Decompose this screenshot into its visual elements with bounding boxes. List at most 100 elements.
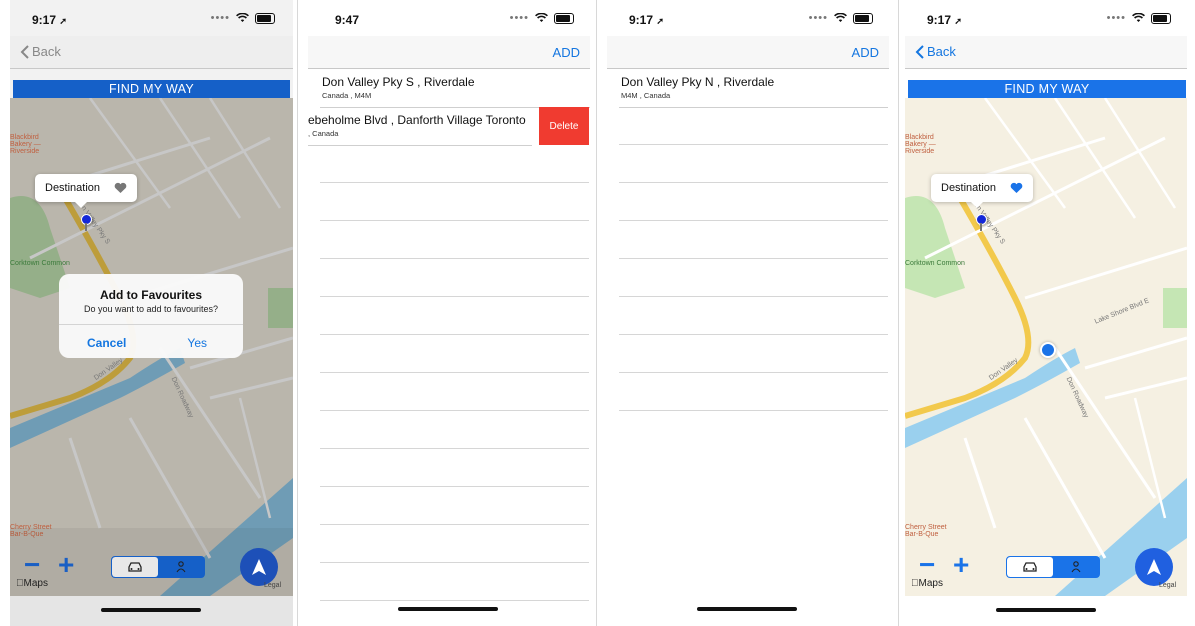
status-time: 9:17 <box>629 13 654 27</box>
navigate-button[interactable] <box>1135 548 1173 586</box>
home-indicator <box>101 608 201 612</box>
list-item-title: Don Valley Pky N , Riverdale <box>621 75 775 89</box>
home-indicator <box>398 607 498 611</box>
find-my-way-banner: FIND MY WAY <box>908 80 1186 98</box>
status-time: 9:17 <box>32 13 57 27</box>
back-label: Back <box>32 44 61 59</box>
transport-mode-control[interactable] <box>1006 556 1100 578</box>
list-item-subtitle: M4M , Canada <box>621 91 671 100</box>
segment-walk[interactable] <box>158 557 204 577</box>
screen-map-add-favourite: 9:17 ➚ •••• Back FIND MY WAY Blackbird B… <box>10 0 293 626</box>
row-separator <box>320 220 589 221</box>
yes-button[interactable]: Yes <box>187 336 207 350</box>
list-item-subtitle: , Canada <box>308 129 339 138</box>
battery-icon <box>554 12 574 24</box>
wifi-icon <box>236 13 249 22</box>
find-my-way-banner: FIND MY WAY <box>13 80 290 98</box>
navigation-arrow-icon <box>252 559 266 575</box>
battery-icon <box>255 12 275 24</box>
add-favourites-alert: Add to Favourites Do you want to add to … <box>59 274 243 358</box>
delete-button[interactable]: Delete <box>539 107 589 145</box>
heart-icon[interactable] <box>1010 182 1023 194</box>
alert-message: Do you want to add to favourites? <box>83 304 219 314</box>
cancel-button[interactable]: Cancel <box>87 336 126 350</box>
map-label: Blackbird Bakery — Riverside <box>10 134 41 155</box>
status-bar: 9:17 ➚ •••• <box>607 10 889 30</box>
row-separator <box>619 182 888 183</box>
row-separator <box>320 410 589 411</box>
add-button[interactable]: ADD <box>852 45 879 60</box>
status-bar: 9:47 •••• <box>308 10 590 30</box>
destination-callout[interactable]: Destination <box>35 174 138 208</box>
destination-pin[interactable] <box>81 214 92 231</box>
screen-favourites-list: 9:17 ➚ •••• ADD Don Valley Pky N , River… <box>607 0 889 626</box>
row-separator <box>320 562 589 563</box>
row-separator <box>320 600 589 601</box>
location-arrow-icon: ➚ <box>656 16 664 26</box>
navigate-button[interactable] <box>240 548 278 586</box>
callout-label: Destination <box>941 182 997 194</box>
row-separator <box>619 410 888 411</box>
maps-logo-label: Maps <box>16 578 48 589</box>
status-bar: 9:17 ➚ •••• <box>905 10 1187 30</box>
row-separator <box>619 372 888 373</box>
list-item-subtitle: Canada , M4M <box>322 91 372 100</box>
add-button[interactable]: ADD <box>553 45 580 60</box>
row-separator <box>619 144 888 145</box>
status-bar: 9:17 ➚ •••• <box>10 10 293 30</box>
battery-icon <box>1151 12 1171 24</box>
wifi-icon <box>834 13 847 22</box>
screen-map-favourited: 9:17 ➚ •••• Back FIND MY WAY Blackbird B… <box>905 0 1187 626</box>
status-time: 9:47 <box>335 13 360 27</box>
map-view[interactable]: Blackbird Bakery — Riverside Don Valley … <box>905 98 1187 596</box>
map-label: Cherry Street Bar-B-Que <box>905 524 947 538</box>
chevron-left-icon <box>915 44 924 59</box>
signal-icon: •••• <box>808 12 828 24</box>
row-separator <box>320 448 589 449</box>
status-time: 9:17 <box>927 13 952 27</box>
row-separator <box>320 296 589 297</box>
segment-walk[interactable] <box>1053 557 1099 577</box>
list-item-title: ebeholme Blvd , Danforth Village Toronto <box>308 113 526 127</box>
person-icon <box>176 561 186 573</box>
home-indicator <box>697 607 797 611</box>
back-button[interactable]: Back <box>20 44 61 59</box>
segment-car[interactable] <box>1007 557 1053 577</box>
legal-link[interactable]: Legal <box>264 582 281 589</box>
segment-car[interactable] <box>112 557 158 577</box>
zoom-in-icon[interactable]: + <box>953 551 969 579</box>
signal-icon: •••• <box>210 12 230 24</box>
signal-icon: •••• <box>509 12 529 24</box>
back-label: Back <box>927 44 956 59</box>
destination-callout[interactable]: Destination <box>931 174 1034 208</box>
screen-divider <box>596 0 597 626</box>
car-icon <box>1023 562 1037 572</box>
row-separator <box>619 220 888 221</box>
row-separator <box>320 182 589 183</box>
location-arrow-icon: ➚ <box>59 16 67 26</box>
zoom-in-icon[interactable]: + <box>58 551 74 579</box>
row-separator <box>320 334 589 335</box>
legal-link[interactable]: Legal <box>1159 582 1176 589</box>
list-item[interactable]: Don Valley Pky N , Riverdale M4M , Canad… <box>619 69 888 108</box>
heart-icon[interactable] <box>114 182 127 194</box>
nav-bar: ADD <box>308 36 590 69</box>
zoom-out-icon[interactable]: − <box>919 551 935 579</box>
transport-mode-control[interactable] <box>111 556 205 578</box>
back-button[interactable]: Back <box>915 44 956 59</box>
alert-separator <box>59 324 243 325</box>
destination-pin[interactable] <box>976 214 987 231</box>
list-item[interactable]: Don Valley Pky S , Riverdale Canada , M4… <box>320 69 590 108</box>
row-separator <box>619 334 888 335</box>
location-arrow-icon: ➚ <box>954 16 962 26</box>
zoom-out-icon[interactable]: − <box>24 551 40 579</box>
wifi-icon <box>535 13 548 22</box>
map-label: Corktown Common <box>905 260 965 267</box>
row-separator <box>320 258 589 259</box>
map-view[interactable]: Blackbird Bakery — Riverside Don Valley … <box>10 98 293 596</box>
home-indicator <box>996 608 1096 612</box>
list-item-swiped[interactable]: ebeholme Blvd , Danforth Village Toronto… <box>308 107 532 146</box>
screen-divider <box>898 0 899 626</box>
chevron-left-icon <box>20 44 29 59</box>
wifi-icon <box>1132 13 1145 22</box>
